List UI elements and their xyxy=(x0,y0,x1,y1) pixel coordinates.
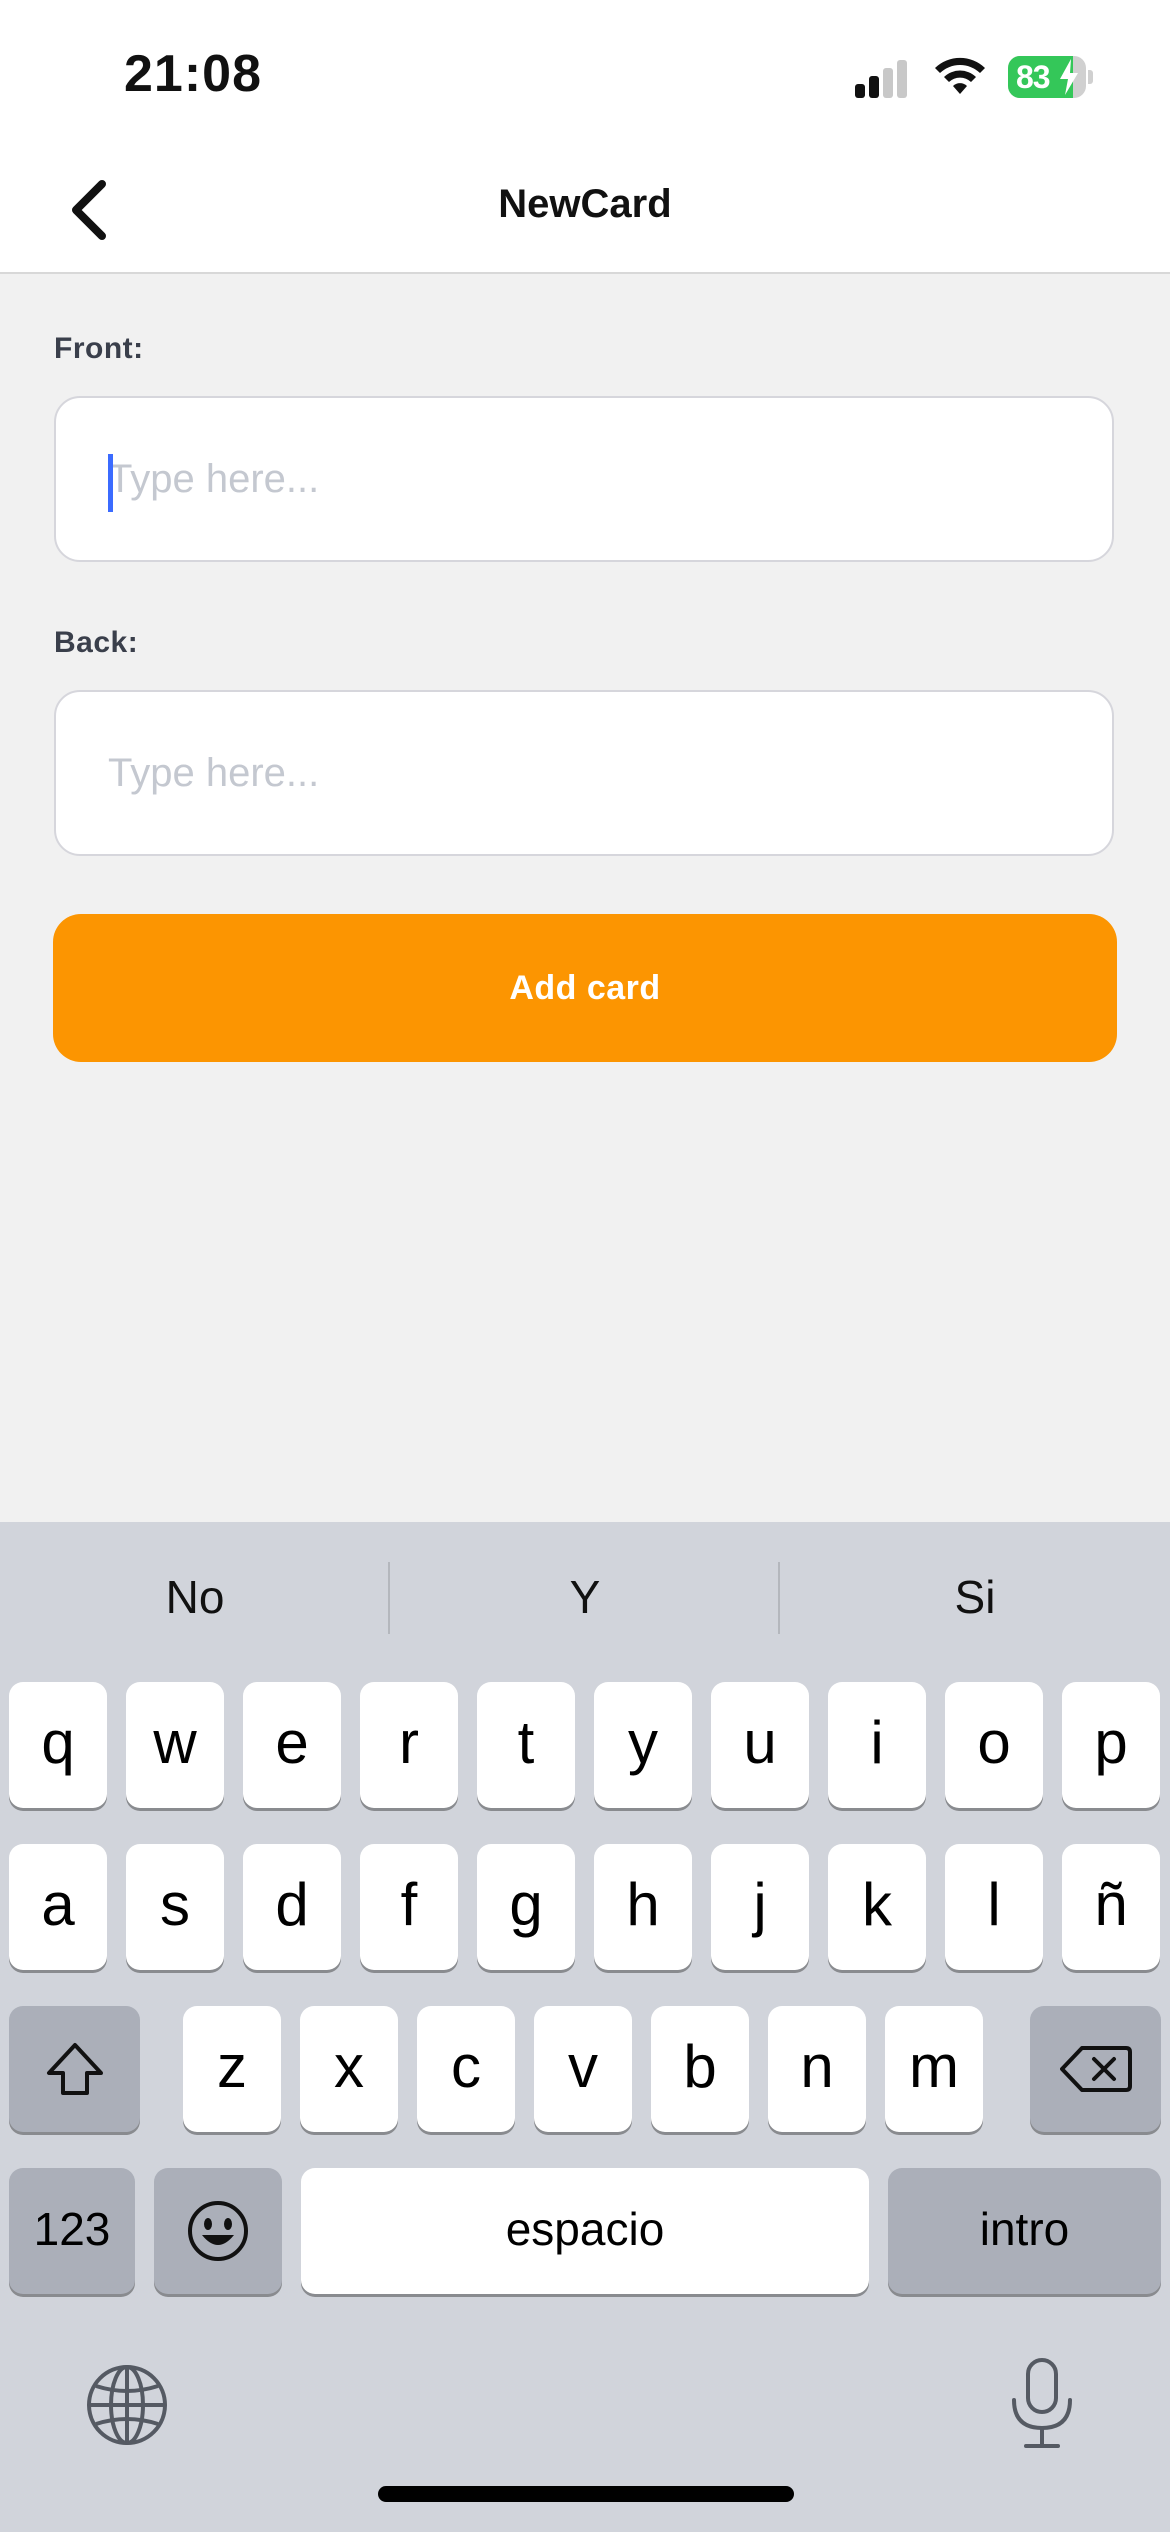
emoji-key[interactable] xyxy=(154,2168,282,2294)
space-key[interactable]: espacio xyxy=(301,2168,869,2294)
key-b[interactable]: b xyxy=(651,2006,749,2132)
key-f[interactable]: f xyxy=(360,1844,458,1970)
suggestion-1[interactable]: No xyxy=(0,1522,390,1672)
front-label: Front: xyxy=(54,332,144,365)
globe-icon[interactable] xyxy=(84,2362,170,2448)
key-r[interactable]: r xyxy=(360,1682,458,1808)
front-input[interactable] xyxy=(108,398,1068,560)
cellular-signal-icon xyxy=(855,58,915,98)
back-field[interactable] xyxy=(54,690,1114,856)
shift-icon xyxy=(46,2043,103,2095)
suggestion-3[interactable]: Si xyxy=(780,1522,1170,1672)
key-a[interactable]: a xyxy=(9,1844,107,1970)
key-t[interactable]: t xyxy=(477,1682,575,1808)
key-e[interactable]: e xyxy=(243,1682,341,1808)
backspace-icon xyxy=(1059,2046,1132,2092)
text-caret xyxy=(108,454,113,512)
backspace-key[interactable] xyxy=(1030,2006,1161,2132)
microphone-icon[interactable] xyxy=(1004,2356,1080,2452)
key-ñ[interactable]: ñ xyxy=(1062,1844,1160,1970)
key-k[interactable]: k xyxy=(828,1844,926,1970)
key-o[interactable]: o xyxy=(945,1682,1043,1808)
numbers-key[interactable]: 123 xyxy=(9,2168,135,2294)
key-j[interactable]: j xyxy=(711,1844,809,1970)
status-bar: 21:08 83 xyxy=(0,0,1170,150)
key-h[interactable]: h xyxy=(594,1844,692,1970)
key-c[interactable]: c xyxy=(417,2006,515,2132)
navigation-bar: NewCard xyxy=(0,150,1170,274)
emoji-icon xyxy=(188,2201,248,2261)
key-n[interactable]: n xyxy=(768,2006,866,2132)
page-title: NewCard xyxy=(498,182,672,226)
key-q[interactable]: q xyxy=(9,1682,107,1808)
battery-icon: 83 xyxy=(1008,56,1093,98)
key-y[interactable]: y xyxy=(594,1682,692,1808)
key-g[interactable]: g xyxy=(477,1844,575,1970)
key-v[interactable]: v xyxy=(534,2006,632,2132)
key-z[interactable]: z xyxy=(183,2006,281,2132)
key-m[interactable]: m xyxy=(885,2006,983,2132)
key-u[interactable]: u xyxy=(711,1682,809,1808)
key-i[interactable]: i xyxy=(828,1682,926,1808)
key-l[interactable]: l xyxy=(945,1844,1043,1970)
key-x[interactable]: x xyxy=(300,2006,398,2132)
wifi-icon xyxy=(935,57,985,94)
key-s[interactable]: s xyxy=(126,1844,224,1970)
shift-key[interactable] xyxy=(9,2006,140,2132)
keyboard: No Y Si qwertyuiop asdfghjklñ zxcvbnm 12… xyxy=(0,1522,1170,2532)
charging-bolt-icon xyxy=(1060,59,1078,95)
key-p[interactable]: p xyxy=(1062,1682,1160,1808)
status-time: 21:08 xyxy=(124,45,262,103)
add-card-button[interactable]: Add card xyxy=(53,914,1117,1062)
battery-percent: 83 xyxy=(1016,59,1051,95)
front-field[interactable] xyxy=(54,396,1114,562)
return-key[interactable]: intro xyxy=(888,2168,1161,2294)
back-input[interactable] xyxy=(108,692,1068,854)
key-w[interactable]: w xyxy=(126,1682,224,1808)
suggestion-2[interactable]: Y xyxy=(390,1522,780,1672)
key-d[interactable]: d xyxy=(243,1844,341,1970)
back-label: Back: xyxy=(54,626,139,659)
home-indicator xyxy=(378,2486,794,2502)
